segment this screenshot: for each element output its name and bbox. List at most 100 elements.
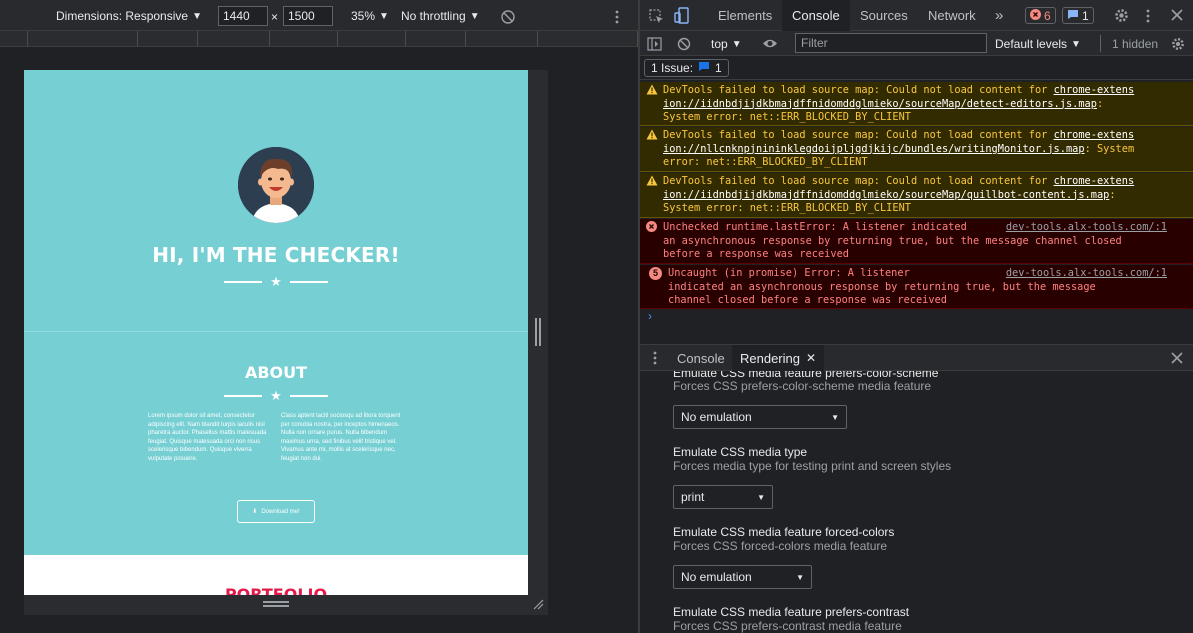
ruler-segment[interactable]	[138, 31, 198, 47]
tab-elements[interactable]: Elements	[708, 0, 782, 31]
message-icon	[698, 61, 710, 75]
drawer-menu-icon[interactable]	[651, 351, 659, 365]
prefers-color-scheme-select[interactable]: No emulation ▼	[673, 405, 847, 429]
media-type-select[interactable]: print ▼	[673, 485, 773, 509]
console-prompt[interactable]: ›	[648, 309, 652, 323]
source-map-link[interactable]: ion://iidnbdjijdkbmajdffnidomddglmieko/s…	[663, 98, 1097, 110]
more-options-icon[interactable]	[1144, 8, 1152, 24]
warning-text: DevTools failed to load source map: Coul…	[663, 84, 1054, 96]
zoom-label: 35%	[351, 9, 376, 23]
device-toggle-icon[interactable]	[674, 7, 690, 24]
ruler-segment[interactable]	[338, 31, 406, 47]
about-star-divider: ★	[24, 389, 528, 402]
error-source-link[interactable]: dev-tools.alx-tools.com/:1	[1006, 267, 1167, 281]
toolbar-divider	[1100, 35, 1101, 52]
media-query-ruler[interactable]	[0, 31, 638, 47]
error-text: an asynchronous response by returning tr…	[663, 234, 1122, 247]
console-settings-gear-icon[interactable]	[1170, 36, 1185, 51]
close-icon[interactable]	[1170, 8, 1184, 22]
eye-icon[interactable]	[762, 37, 778, 49]
context-selector[interactable]: top ▼	[711, 35, 742, 53]
sidebar-toggle-icon[interactable]	[647, 36, 662, 51]
drawer-tab-console[interactable]: Console	[669, 345, 733, 371]
ruler-segment[interactable]	[270, 31, 338, 47]
warning-icon	[646, 175, 658, 187]
error-text: before a response was received	[663, 248, 849, 260]
console-toolbar: top ▼ Filter Default levels ▼ 1 hidden	[640, 31, 1193, 56]
tab-console[interactable]: Console	[782, 0, 850, 31]
chevron-down-icon: ▼	[757, 492, 765, 502]
log-levels-label: Default levels	[995, 37, 1068, 51]
error-text: Unchecked runtime.lastError: A listener …	[663, 221, 967, 233]
more-tabs-button[interactable]: »	[985, 0, 1013, 31]
ruler-segment[interactable]	[198, 31, 270, 47]
times-label: ×	[271, 10, 279, 24]
drawer-tab-rendering[interactable]: Rendering ✕	[732, 345, 825, 371]
about-text-right: Class aptent taciti sociosqu ad litora t…	[281, 413, 401, 462]
context-label: top	[711, 37, 728, 51]
portfolio-title: PORTFOLIO	[224, 585, 328, 595]
console-warning: DevTools failed to load source map: Coul…	[640, 82, 1193, 126]
throttling-dropdown[interactable]: No throttling ▼	[401, 7, 480, 25]
emulated-viewport[interactable]: HI, I'M THE CHECKER! ★ ABOUT ★ Lorem ips…	[24, 70, 528, 595]
error-count: 6	[1044, 8, 1051, 23]
select-value: No emulation	[681, 410, 752, 424]
hero-title: HI, I'M THE CHECKER!	[152, 243, 400, 267]
ruler-segment[interactable]	[0, 31, 28, 47]
warning-text: DevTools failed to load source map: Coul…	[663, 175, 1054, 187]
rendering-option-desc: Forces media type for testing print and …	[673, 459, 952, 473]
source-map-link[interactable]: chrome-extens	[1054, 84, 1135, 96]
chevron-down-icon: ▼	[379, 10, 389, 22]
source-map-link[interactable]: chrome-extens	[1054, 175, 1135, 187]
close-icon[interactable]: ✕	[806, 351, 816, 365]
about-title: ABOUT	[244, 363, 308, 382]
rendering-option-desc: Forces CSS prefers-color-scheme media fe…	[673, 379, 932, 393]
clear-console-icon[interactable]	[676, 36, 691, 51]
select-value: print	[681, 490, 705, 504]
portfolio-section: PORTFOLIO	[24, 555, 528, 595]
issues-button[interactable]: 1 Issue: 1	[644, 59, 729, 77]
warning-text: System error: net::ERR_BLOCKED_BY_CLIENT	[663, 202, 911, 214]
rendering-option-title: Emulate CSS media feature forced-colors	[673, 525, 895, 539]
error-text: indicated an asynchronous response by re…	[668, 280, 1096, 293]
ruler-segment[interactable]	[28, 31, 138, 47]
warning-text: :	[1109, 188, 1116, 201]
source-map-link[interactable]: ion://iidnbdjijdkbmajdffnidomddglmieko/s…	[663, 189, 1109, 201]
dimensions-label: Dimensions: Responsive	[56, 9, 189, 23]
error-source-link[interactable]: dev-tools.alx-tools.com/:1	[1006, 221, 1167, 235]
message-count-badge[interactable]: 1	[1062, 7, 1094, 24]
tab-sources[interactable]: Sources	[850, 0, 918, 31]
close-drawer-icon[interactable]	[1170, 351, 1184, 365]
resize-handle-right[interactable]	[535, 318, 541, 346]
error-text: channel closed before a response was rec…	[668, 294, 947, 306]
console-error: 5 Uncaught (in promise) Error: A listene…	[640, 265, 1193, 309]
resize-handle-bottom[interactable]	[263, 601, 289, 607]
source-map-link[interactable]: ion://nllcnknpjnininklegdoijpljgdjkijc/b…	[663, 143, 1085, 155]
warning-icon	[646, 84, 658, 96]
error-count-badge[interactable]: 6	[1025, 7, 1056, 24]
rotate-icon[interactable]	[501, 8, 515, 26]
warning-icon	[646, 129, 658, 141]
drawer-tabbar: Console Rendering ✕	[640, 344, 1193, 371]
about-section: ABOUT ★ Lorem ipsum dolor sit amet, cons…	[24, 331, 528, 555]
console-messages: DevTools failed to load source map: Coul…	[640, 80, 1193, 342]
source-map-link[interactable]: chrome-extens	[1054, 129, 1135, 141]
dimensions-dropdown[interactable]: Dimensions: Responsive ▼	[56, 7, 202, 25]
error-icon	[1030, 8, 1041, 23]
width-input[interactable]: 1440	[218, 6, 268, 26]
ruler-segment[interactable]	[538, 31, 638, 47]
height-input[interactable]: 1500	[283, 6, 333, 26]
devtools-panel: Elements Console Sources Network » 6 1 t…	[640, 0, 1193, 633]
ruler-segment[interactable]	[406, 31, 466, 47]
tab-network[interactable]: Network	[918, 0, 986, 31]
download-button[interactable]: ⬇ Download me!	[237, 500, 315, 523]
console-filter-input[interactable]: Filter	[795, 33, 987, 53]
gear-icon[interactable]	[1113, 7, 1129, 23]
more-options-icon[interactable]	[615, 8, 619, 26]
ruler-segment[interactable]	[466, 31, 538, 47]
resize-corner-icon[interactable]	[532, 598, 544, 610]
log-levels-dropdown[interactable]: Default levels ▼	[995, 35, 1081, 53]
forced-colors-select[interactable]: No emulation ▼	[673, 565, 812, 589]
inspect-element-icon[interactable]	[648, 8, 664, 24]
zoom-dropdown[interactable]: 35% ▼	[351, 7, 389, 25]
